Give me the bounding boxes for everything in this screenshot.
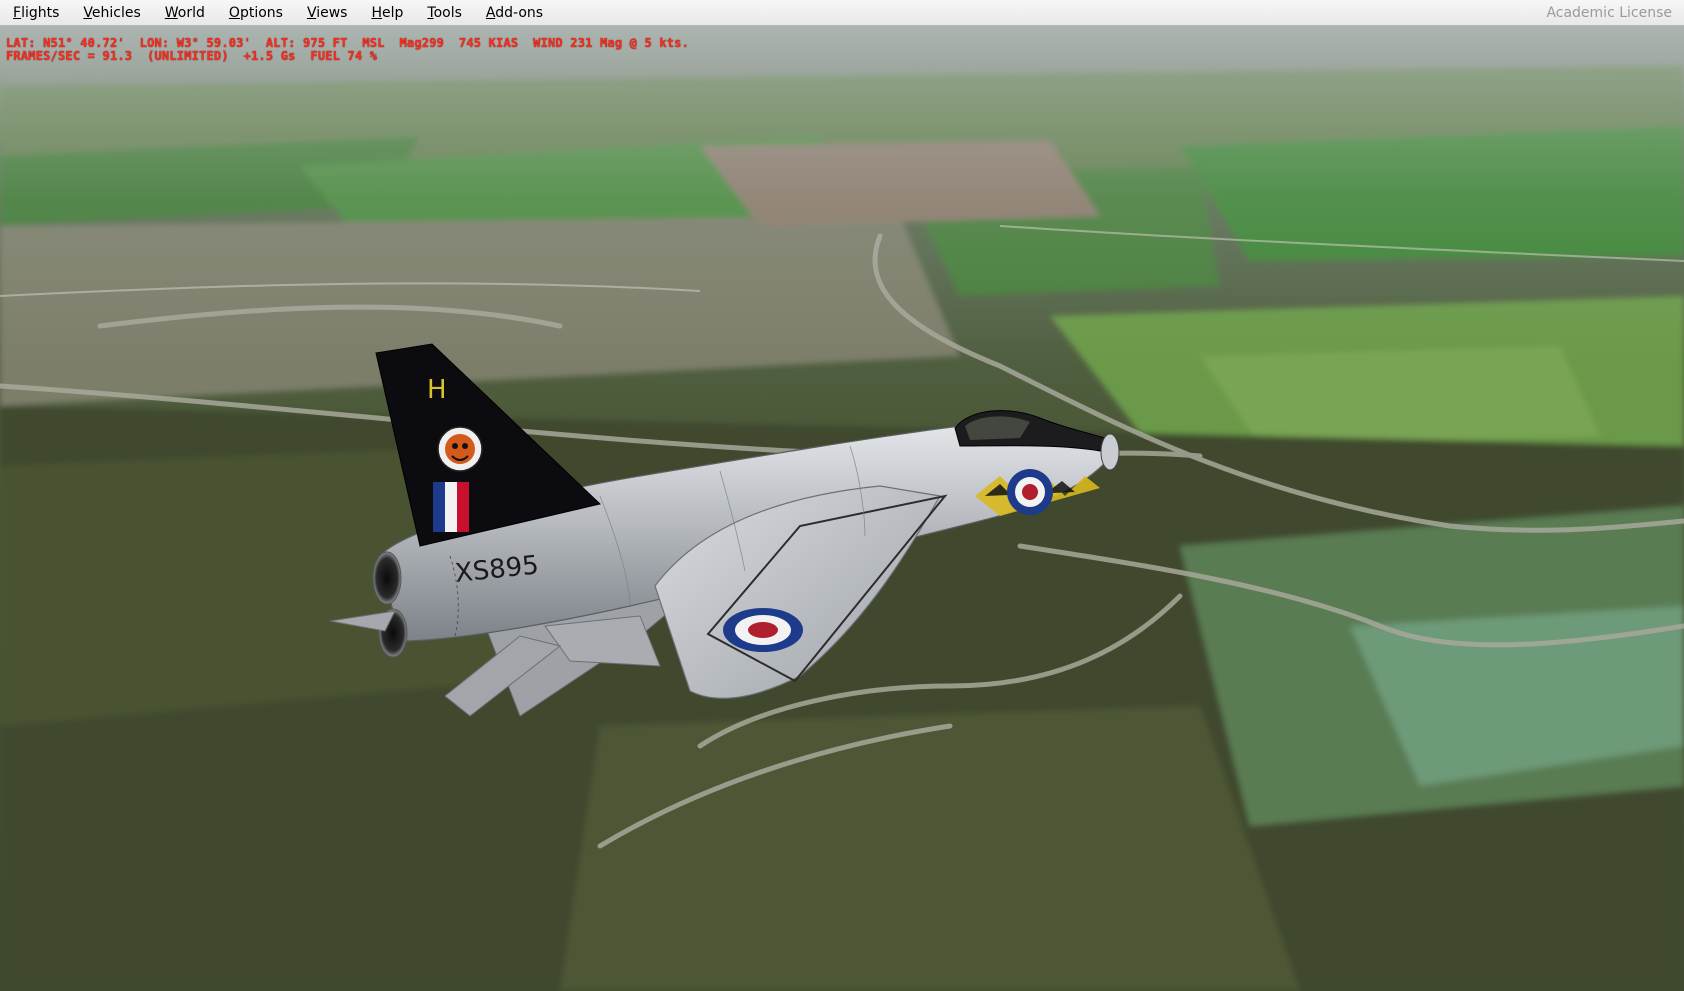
menu-help-mnemonic: H — [371, 4, 382, 21]
menu-add-ons[interactable]: Add-ons — [477, 3, 552, 23]
menu-vehicles[interactable]: Vehicles — [74, 3, 149, 23]
license-label: Academic License — [1546, 4, 1672, 21]
menu-world-label: orld — [177, 4, 205, 21]
flight-simulator-window: Flights Vehicles World Options Views Hel… — [0, 0, 1684, 991]
menu-views-label: iews — [316, 4, 348, 21]
hud-line-performance: FRAMES/SEC = 91.3 (UNLIMITED) +1.5 Gs FU… — [6, 49, 378, 63]
menu-add-ons-mnemonic: A — [485, 4, 496, 21]
menu-flights-label: lights — [21, 4, 60, 21]
menu-world-mnemonic: W — [164, 4, 178, 21]
menu-views[interactable]: Views — [298, 3, 357, 23]
hud-readout: LAT: N51° 40.72' LON: W3° 59.03' ALT: 97… — [6, 37, 689, 63]
menu-help-label: elp — [382, 4, 404, 21]
menu-flights-mnemonic: F — [13, 4, 22, 21]
menu-options-mnemonic: O — [228, 4, 240, 21]
menu-views-mnemonic: V — [306, 4, 317, 21]
menu-vehicles-mnemonic: V — [83, 4, 92, 21]
menu-add-ons-label: dd-ons — [495, 4, 544, 21]
menu-vehicles-label: ehicles — [91, 4, 141, 21]
menu-options[interactable]: Options — [220, 3, 292, 23]
3d-viewport[interactable]: H XS895 LAT: N51° 40.72' LON: W3° 59.03'… — [0, 26, 1684, 991]
menu-help[interactable]: Help — [362, 3, 412, 23]
menu-flights[interactable]: Flights — [4, 3, 68, 23]
menu-world[interactable]: World — [156, 3, 214, 23]
menu-bar: Flights Vehicles World Options Views Hel… — [0, 0, 1684, 26]
menu-tools[interactable]: Tools — [418, 3, 471, 23]
tail-code: H — [427, 375, 447, 405]
scenery: H XS895 — [0, 26, 1684, 991]
menu-tools-label: ools — [433, 4, 462, 21]
menu-items: Flights Vehicles World Options Views Hel… — [0, 3, 558, 23]
menu-options-label: ptions — [239, 4, 283, 21]
